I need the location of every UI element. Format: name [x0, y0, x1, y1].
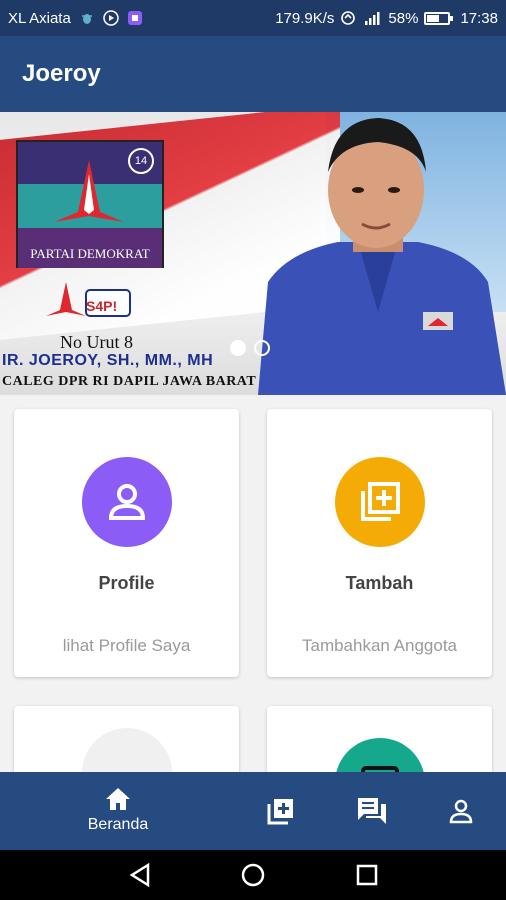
- candidate-role: CALEG DPR RI DAPIL JAWA BARAT VII: [2, 374, 283, 389]
- mini-logo-text: S4P!: [86, 298, 118, 314]
- status-bar: XL Axiata 179.9K/s 58% 17:38: [0, 0, 506, 36]
- carrier-label: XL Axiata: [8, 9, 71, 27]
- chat-icon: [358, 798, 386, 824]
- add-library-icon: [267, 799, 293, 825]
- data-sync-icon: [341, 11, 356, 25]
- nav-tambah[interactable]: [266, 796, 296, 826]
- carousel-indicator: [230, 340, 270, 356]
- app-notification-icon: [127, 11, 142, 25]
- party-star-icon: [54, 160, 124, 222]
- battery-percent: 58%: [388, 9, 419, 27]
- faded-icon: [81, 728, 172, 772]
- party-number: 14: [128, 148, 154, 174]
- screen-icon: [360, 766, 399, 772]
- no-urut-label: No Urut 8: [60, 332, 133, 352]
- person-icon: [108, 484, 145, 520]
- profile-card-subtitle: lihat Profile Saya: [62, 636, 191, 655]
- carousel-dot-1[interactable]: [230, 340, 246, 356]
- tambah-card-title: Tambah: [345, 573, 414, 593]
- nav-chat[interactable]: [356, 796, 388, 826]
- app-bar: Joeroy: [0, 36, 506, 112]
- bug-icon: [81, 14, 92, 24]
- tambah-card[interactable]: Tambah Tambahkan Anggota: [267, 409, 492, 677]
- app-title: Joeroy: [22, 60, 101, 87]
- party-name: PARTAI DEMOKRAT: [30, 246, 150, 261]
- bottom-navigation: Beranda: [0, 772, 506, 850]
- recents-icon[interactable]: [354, 862, 380, 888]
- menu-grid: Profile lihat Profile Saya Tambah Tambah…: [0, 395, 506, 772]
- carousel-dot-2[interactable]: [254, 340, 270, 356]
- battery-level: [427, 14, 440, 22]
- candidate-name: IR. JOEROY, SH., MM., MH: [2, 352, 214, 369]
- tambah-card-icon-circle: [334, 457, 425, 547]
- clock: 17:38: [460, 9, 498, 27]
- candidate-photo: [258, 118, 506, 395]
- system-navigation: [0, 850, 506, 900]
- back-icon[interactable]: [128, 862, 154, 888]
- nav-beranda[interactable]: Beranda: [76, 786, 160, 834]
- media-icon: [103, 10, 119, 26]
- profile-card-icon-circle: [81, 457, 172, 547]
- add-library-icon: [360, 482, 400, 521]
- signal-icon: [365, 12, 380, 25]
- battery-icon: [424, 11, 454, 25]
- tambah-card-subtitle: Tambahkan Anggota: [301, 636, 457, 655]
- person-icon: [449, 799, 473, 824]
- banner-carousel[interactable]: 14 PARTAI DEMOKRAT S4P! No Urut 8 IR. JO…: [0, 112, 506, 395]
- profile-card-title: Profile: [98, 573, 155, 593]
- nav-profile[interactable]: [448, 798, 474, 824]
- network-speed: 179.9K/s: [275, 9, 335, 27]
- menu-card-4[interactable]: [267, 706, 492, 772]
- home-circle-icon[interactable]: [240, 862, 266, 888]
- menu-card-3[interactable]: [14, 706, 239, 772]
- home-icon: [106, 788, 130, 810]
- nav-beranda-label: Beranda: [87, 816, 149, 833]
- menu-card-4-icon-circle: [334, 738, 425, 772]
- party-logo: 14 PARTAI DEMOKRAT: [16, 140, 164, 268]
- profile-card[interactable]: Profile lihat Profile Saya: [14, 409, 239, 677]
